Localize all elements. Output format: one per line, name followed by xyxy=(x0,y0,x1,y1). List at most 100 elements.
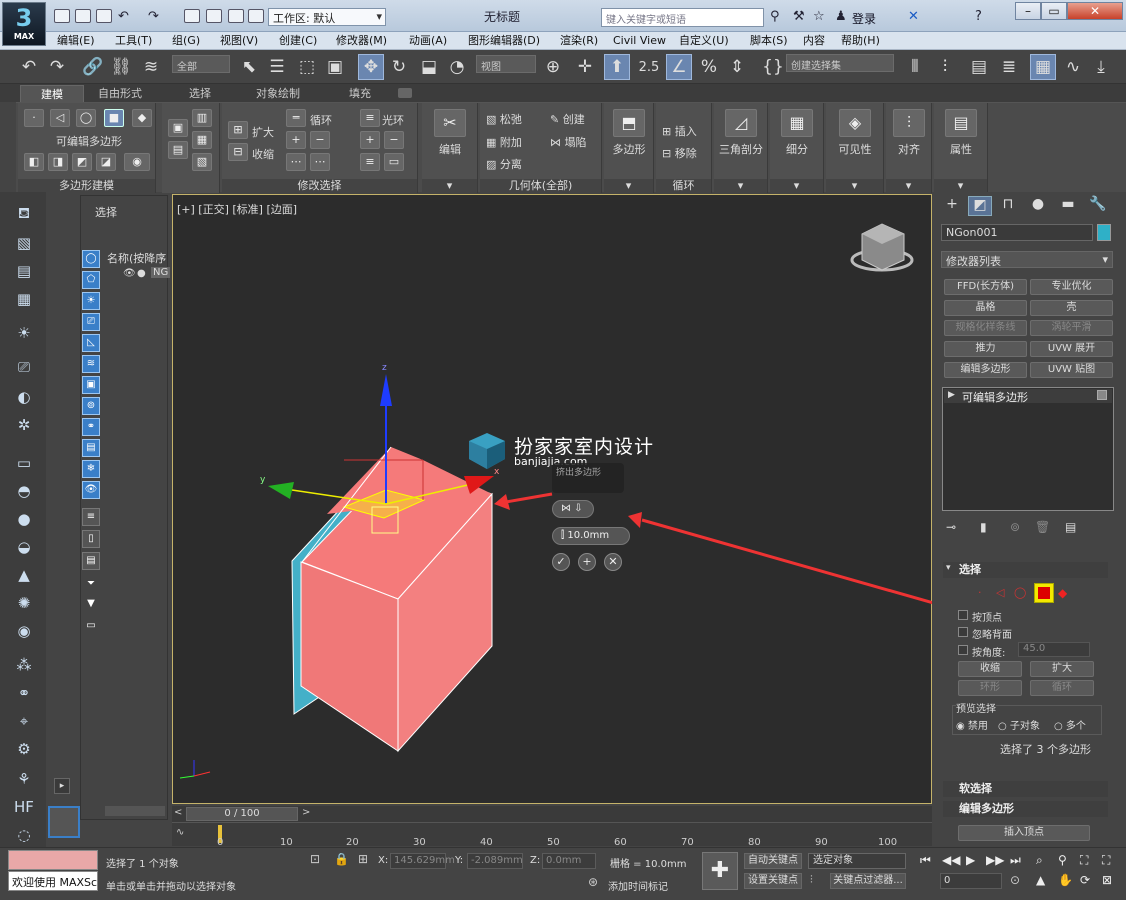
hierarchy-tab-icon[interactable]: ⊓ xyxy=(996,196,1020,216)
loop-dot-icon[interactable]: ⋯ xyxy=(310,153,330,171)
pan-icon[interactable]: ✋ xyxy=(1058,873,1073,887)
show-result-icon[interactable]: ◉ xyxy=(124,153,150,171)
ngon-object[interactable] xyxy=(291,446,493,753)
grass-icon[interactable]: ⚘ xyxy=(12,768,36,790)
maxscript-listener-output[interactable] xyxy=(8,850,98,870)
ribbon-toggle-icon[interactable]: ≣ xyxy=(996,54,1022,80)
menu-edit[interactable]: 编辑(E) xyxy=(57,32,95,50)
collapse-button[interactable]: ⋈ 塌陷 xyxy=(550,134,587,150)
select-object-icon[interactable]: ⬉ xyxy=(236,54,262,80)
ring-icon[interactable]: ≡ xyxy=(360,109,380,127)
lock-icon[interactable]: 🔒 xyxy=(334,852,349,866)
menu-civil-view[interactable]: Civil View xyxy=(613,32,666,50)
tab-freeform[interactable]: 自由形式 xyxy=(88,85,152,103)
menu-graph-editors[interactable]: 图形编辑器(D) xyxy=(468,32,540,50)
group-filter-icon[interactable]: ▣ xyxy=(82,376,100,394)
list-icon[interactable]: ≡ xyxy=(82,508,100,526)
vertex-mode-icon[interactable]: · xyxy=(24,109,44,127)
loop-shrink-icon[interactable]: − xyxy=(310,131,330,149)
soft-selection-rollout[interactable]: 软选择 xyxy=(943,781,1108,797)
remove-modifier-icon[interactable]: 🗑 xyxy=(1035,520,1050,534)
sun-icon[interactable]: ✺ xyxy=(12,592,36,614)
keyboard-shortcut-icon[interactable]: ⬆ xyxy=(604,54,630,80)
lattice-button[interactable]: 晶格 xyxy=(944,300,1027,316)
modifier-stack-icon-3[interactable]: ◩ xyxy=(72,153,92,171)
utilities-tab-icon[interactable]: 🔧 xyxy=(1086,196,1110,216)
next-key-icon[interactable]: ▶▶ xyxy=(986,853,1004,867)
ring-shrink-icon[interactable]: − xyxy=(384,131,404,149)
compass-icon[interactable]: ⌖ xyxy=(12,710,36,732)
menu-views[interactable]: 视图(V) xyxy=(220,32,258,50)
name-column-header[interactable]: 名称(按降序 xyxy=(107,250,166,266)
shrink-label[interactable]: 收缩 xyxy=(252,146,274,162)
loop-mode-icon[interactable]: ⋯ xyxy=(286,153,306,171)
polygons-footer[interactable]: ▾ xyxy=(604,179,653,193)
time-tag-icon[interactable]: ⊛ xyxy=(588,875,598,889)
app-logo-button[interactable]: 3 MAX xyxy=(2,2,46,46)
geometry-footer[interactable]: 几何体(全部) xyxy=(480,179,601,193)
edit-footer[interactable]: ▾ xyxy=(422,179,477,193)
relax-button[interactable]: ▧ 松弛 xyxy=(486,111,522,127)
plane-icon[interactable]: ▭ xyxy=(12,452,36,474)
caddy-ok-icon[interactable]: ✓ xyxy=(552,553,570,571)
show-end-result-icon[interactable]: ▮ xyxy=(980,520,987,534)
maxscript-listener-input[interactable]: 欢迎使用 MAXScr xyxy=(8,871,98,891)
current-frame-field[interactable]: 0 xyxy=(940,873,1002,889)
border-select-icon[interactable]: ◯ xyxy=(1014,586,1026,599)
menu-modifiers[interactable]: 修改器(M) xyxy=(336,32,387,50)
create-tab-icon[interactable]: + xyxy=(940,196,964,216)
schematic-view-icon[interactable]: ⤓ xyxy=(1088,54,1114,80)
caddy-cancel-icon[interactable]: ✕ xyxy=(604,553,622,571)
zoom-all-icon[interactable]: ⚲ xyxy=(1058,853,1067,867)
vertex-select-icon[interactable]: · xyxy=(978,586,982,599)
hair-icon[interactable]: HF xyxy=(12,796,36,818)
rect-selection-icon[interactable]: ⬚ xyxy=(294,54,320,80)
shrink-icon[interactable]: ⊟ xyxy=(228,143,248,161)
preview-subobject-radio[interactable]: ○ 子对象 xyxy=(998,717,1040,732)
extrude-height-spinner[interactable]: ⫿ 10.0mm xyxy=(552,527,630,545)
curve-editor-icon[interactable]: ∿ xyxy=(1060,54,1086,80)
tab-populate[interactable]: 填充 xyxy=(328,85,392,103)
push-button[interactable]: 推力 xyxy=(944,341,1027,357)
ring-label[interactable]: 光环 xyxy=(382,112,404,128)
configure-sets-icon[interactable]: ▤ xyxy=(1065,520,1076,534)
edit-poly-button[interactable]: 编辑多边形 xyxy=(944,362,1027,378)
loop-grow-icon[interactable]: + xyxy=(286,131,306,149)
edit-button[interactable]: ✂ 编辑 xyxy=(432,109,468,157)
loop-icon[interactable]: ═ xyxy=(286,109,306,127)
selection-rollout-header[interactable]: 选择 xyxy=(943,562,1108,578)
triangulate-footer[interactable]: ▾ xyxy=(714,179,767,193)
particles-icon[interactable]: ⁂ xyxy=(12,654,36,676)
ignore-backfacing-checkbox[interactable] xyxy=(958,627,968,637)
filter-icon[interactable]: ▼ xyxy=(82,596,100,614)
modifier-stack-icon-1[interactable]: ◧ xyxy=(24,153,44,171)
stack-expand-icon[interactable]: ▶ xyxy=(948,390,955,400)
create-button[interactable]: ✎ 创建 xyxy=(550,111,585,127)
bind-space-warp-icon[interactable]: ≋ xyxy=(138,54,164,80)
sphere-icon[interactable]: ● xyxy=(12,508,36,530)
xref-filter-icon[interactable]: ⊚ xyxy=(82,397,100,415)
named-selection-dropdown[interactable]: 创建选择集 xyxy=(786,54,894,72)
bone-filter-icon[interactable]: ⚭ xyxy=(82,418,100,436)
viewport-icon-1[interactable] xyxy=(206,9,222,23)
new-file-icon[interactable] xyxy=(54,9,70,23)
normalize-spline-button[interactable]: 规格化样条线 xyxy=(944,320,1027,336)
triangulate-button[interactable]: ◿ 三角剖分 xyxy=(715,109,767,157)
save-file-icon[interactable] xyxy=(96,9,112,23)
menu-tools[interactable]: 工具(T) xyxy=(115,32,152,50)
layer-explorer-icon[interactable]: ▤ xyxy=(966,54,992,80)
y-coordinate-field[interactable]: -2.089mm xyxy=(467,853,523,869)
properties-footer[interactable]: ▾ xyxy=(934,179,987,193)
ring-grow-icon[interactable]: + xyxy=(360,131,380,149)
login-button[interactable]: 登录 xyxy=(852,10,876,27)
make-unique-icon[interactable]: ⊚ xyxy=(1010,520,1020,534)
undo-icon[interactable]: ↶ xyxy=(16,54,42,80)
pro-optimizer-button[interactable]: 专业优化 xyxy=(1030,279,1113,295)
expand-arrow-icon[interactable]: ▸ xyxy=(54,778,70,794)
redo-icon[interactable]: ↷ xyxy=(44,54,70,80)
add-time-tag-button[interactable]: 添加时间标记 xyxy=(608,878,668,893)
pivot-center-icon[interactable]: ⊕ xyxy=(540,54,566,80)
link-icon[interactable]: 🔗 xyxy=(80,54,106,80)
next-frame-icon[interactable]: > xyxy=(302,807,310,818)
open-file-icon[interactable] xyxy=(75,9,91,23)
